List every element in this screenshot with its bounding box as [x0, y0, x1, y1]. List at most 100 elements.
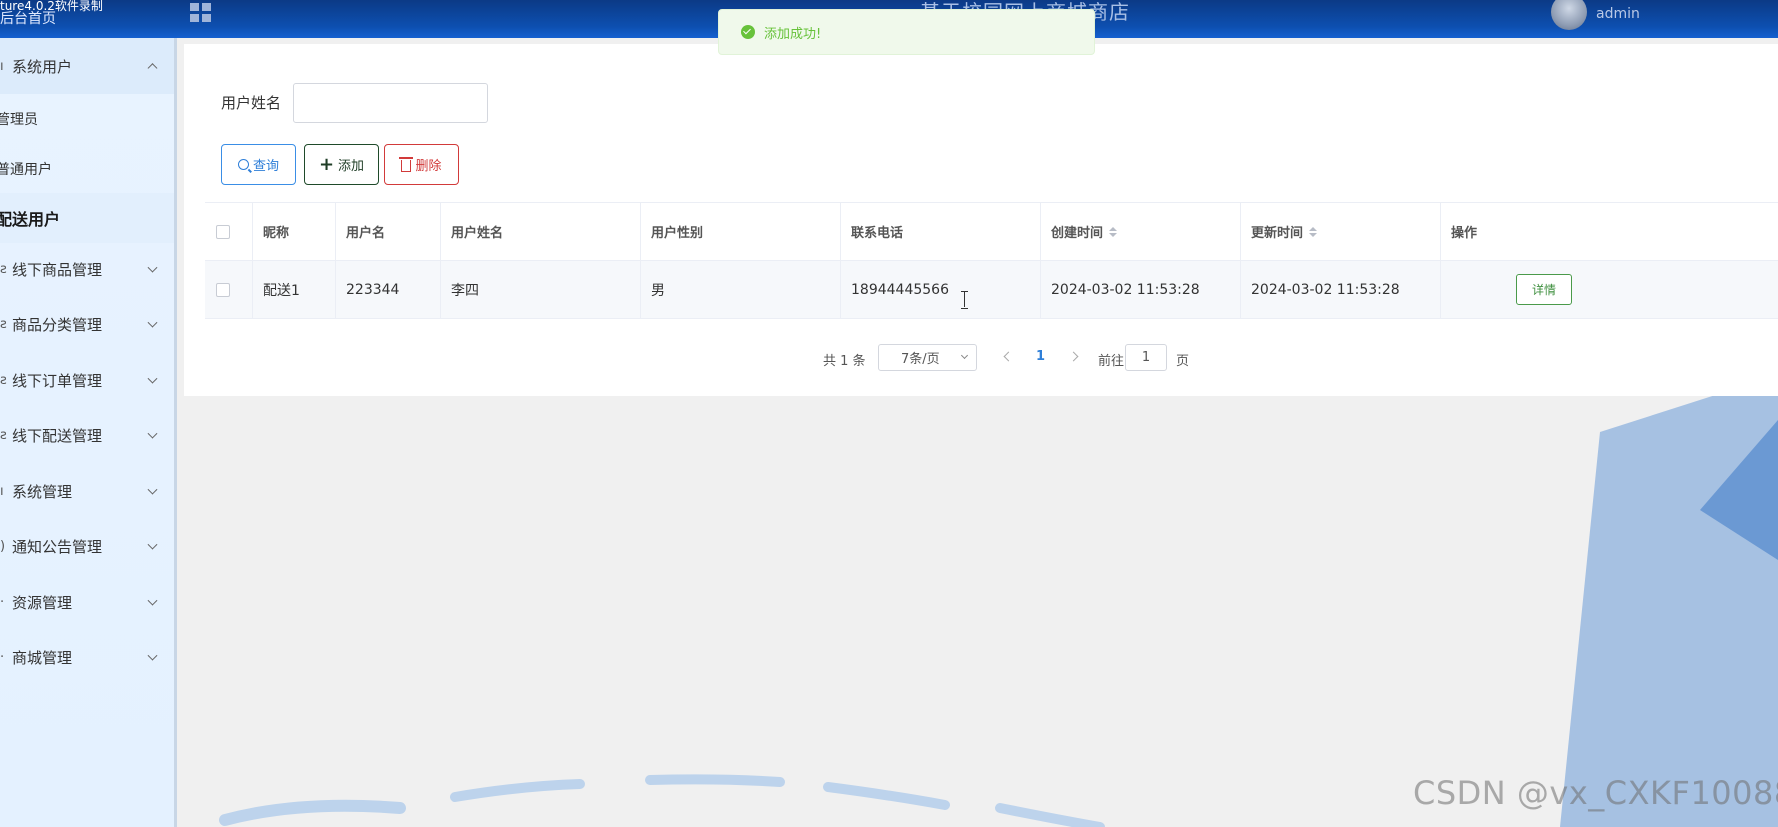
chevron-down-icon [147, 428, 158, 439]
col-header-realname: 用户姓名 [441, 203, 641, 260]
text-cursor-icon [961, 291, 968, 309]
cell-gender: 男 [641, 261, 841, 318]
col-header-updated[interactable]: 更新时间 [1241, 203, 1441, 260]
header-label: 操作 [1451, 226, 1478, 241]
chevron-down-icon [960, 351, 969, 360]
sidebar-subitem-delivery-users[interactable]: 配送用户 [0, 193, 174, 243]
check-circle-icon [741, 25, 755, 39]
goto-page-input[interactable]: 1 [1125, 344, 1167, 371]
select-all-cell [205, 203, 253, 260]
cell-actions [1441, 261, 1778, 318]
col-header-created[interactable]: 创建时间 [1041, 203, 1241, 260]
main-panel: 用户姓名 查询 + 添加 删除 昵称 用户名 用户姓名 用户性别 联系电话 创建… [184, 44, 1778, 396]
system-icon: ı [0, 483, 4, 499]
sidebar-item-system-management[interactable]: ı 系统管理 [0, 463, 174, 519]
pagination-total: 共 1 条 [823, 354, 866, 369]
next-page-icon[interactable] [1070, 350, 1080, 364]
col-header-gender: 用户性别 [641, 203, 841, 260]
sidebar-item-notice[interactable]: ) 通知公告管理 [0, 518, 174, 574]
chevron-up-icon [147, 63, 158, 74]
col-header-actions: 操作 [1441, 203, 1778, 260]
chevron-down-icon [147, 650, 158, 661]
resource-icon: · [0, 594, 5, 610]
header-label: 用户姓名 [451, 226, 504, 241]
menu-grid-icon[interactable] [190, 3, 212, 23]
col-header-phone: 联系电话 [841, 203, 1041, 260]
chevron-down-icon [147, 373, 158, 384]
sort-icon[interactable] [1309, 226, 1318, 237]
header-label: 用户性别 [651, 226, 704, 241]
add-button-label: 添加 [338, 159, 365, 174]
chevron-down-icon [147, 595, 158, 606]
col-header-username: 用户名 [336, 203, 441, 260]
sidebar-item-label: 商品分类管理 [12, 315, 103, 334]
chevron-down-icon [147, 262, 158, 273]
sidebar: ı 系统用户 管理员 普通用户 配送用户 ƨ 线下商品管理 ƨ 商品分类管理 ƨ… [0, 38, 177, 827]
order-icon: ƨ [0, 372, 7, 388]
sidebar-item-offline-delivery[interactable]: ƨ 线下配送管理 [0, 407, 174, 463]
sidebar-item-mall[interactable]: · 商城管理 [0, 629, 174, 685]
header-label: 用户名 [346, 226, 386, 241]
home-link[interactable]: 后台首页 [0, 12, 103, 26]
select-all-checkbox[interactable] [216, 224, 230, 239]
header-label: 创建时间 [1051, 226, 1104, 241]
chevron-down-icon [147, 539, 158, 550]
sidebar-subitem-admins[interactable]: 管理员 [0, 94, 174, 144]
cell-phone: 18944445566 [841, 261, 1041, 318]
row-checkbox[interactable] [216, 282, 230, 297]
delete-button[interactable]: 删除 [384, 144, 459, 185]
page-suffix-label: 页 [1176, 354, 1190, 369]
prev-page-icon[interactable] [1002, 350, 1012, 364]
notice-icon: ) [0, 538, 6, 554]
sidebar-subitem-regular-users[interactable]: 普通用户 [0, 144, 174, 194]
table-header: 昵称 用户名 用户姓名 用户性别 联系电话 创建时间 更新时间 操作 [205, 202, 1778, 261]
sidebar-item-offline-orders[interactable]: ƨ 线下订单管理 [0, 352, 174, 408]
user-icon: ı [0, 58, 4, 74]
query-button[interactable]: 查询 [221, 144, 296, 185]
add-button[interactable]: + 添加 [304, 144, 379, 185]
goto-label: 前往 [1098, 354, 1125, 369]
watermark: CSDN @vx_CXKF10088 [1413, 774, 1778, 812]
search-label: 用户姓名 [221, 94, 282, 112]
sidebar-item-label: 普通用户 [0, 162, 52, 178]
chevron-down-icon [147, 317, 158, 328]
avatar[interactable] [1551, 0, 1587, 30]
header-label: 更新时间 [1251, 226, 1304, 241]
delete-button-label: 删除 [415, 159, 442, 174]
sidebar-item-label: 线下商品管理 [12, 260, 103, 279]
cell-updated: 2024-03-02 11:53:28 [1241, 261, 1441, 318]
username-label[interactable]: admin [1596, 6, 1640, 22]
sidebar-item-label: 资源管理 [12, 593, 73, 612]
delivery-icon: ƨ [0, 427, 7, 443]
chevron-down-icon [147, 484, 158, 495]
trash-icon [399, 157, 414, 172]
sidebar-item-label: 配送用户 [0, 210, 61, 229]
toast-message: 添加成功! [764, 26, 822, 42]
page-size-select[interactable]: 7条/页 [878, 344, 977, 371]
goods-icon: ƨ [0, 261, 7, 277]
cell-realname: 李四 [441, 261, 641, 318]
sidebar-item-label: 线下配送管理 [12, 426, 103, 445]
detail-button[interactable]: 详情 [1516, 274, 1572, 305]
sidebar-item-label: 系统管理 [12, 482, 73, 501]
success-toast: 添加成功! [718, 9, 1095, 55]
plus-icon: + [318, 153, 335, 175]
page-number-current[interactable]: 1 [1036, 349, 1045, 364]
sidebar-item-label: 商城管理 [12, 648, 73, 667]
sidebar-item-system-users[interactable]: ı 系统用户 [0, 38, 174, 94]
sidebar-item-offline-goods[interactable]: ƨ 线下商品管理 [0, 241, 174, 297]
sidebar-item-resources[interactable]: · 资源管理 [0, 574, 174, 630]
page-size-value: 7条/页 [901, 352, 940, 367]
sidebar-item-category[interactable]: ƨ 商品分类管理 [0, 296, 174, 352]
cell-username: 223344 [336, 261, 441, 318]
mall-icon: · [0, 649, 5, 665]
table-row[interactable]: 配送1 223344 李四 男 18944445566 2024-03-02 1… [205, 261, 1778, 319]
cell-nickname: 配送1 [253, 261, 336, 318]
row-select-cell [205, 261, 253, 318]
query-button-label: 查询 [252, 159, 279, 174]
sidebar-item-label: 系统用户 [12, 57, 73, 76]
sort-icon[interactable] [1109, 226, 1118, 237]
sidebar-item-label: 管理员 [0, 112, 38, 128]
sidebar-item-label: 线下订单管理 [12, 371, 103, 390]
realname-search-input[interactable] [293, 83, 488, 123]
